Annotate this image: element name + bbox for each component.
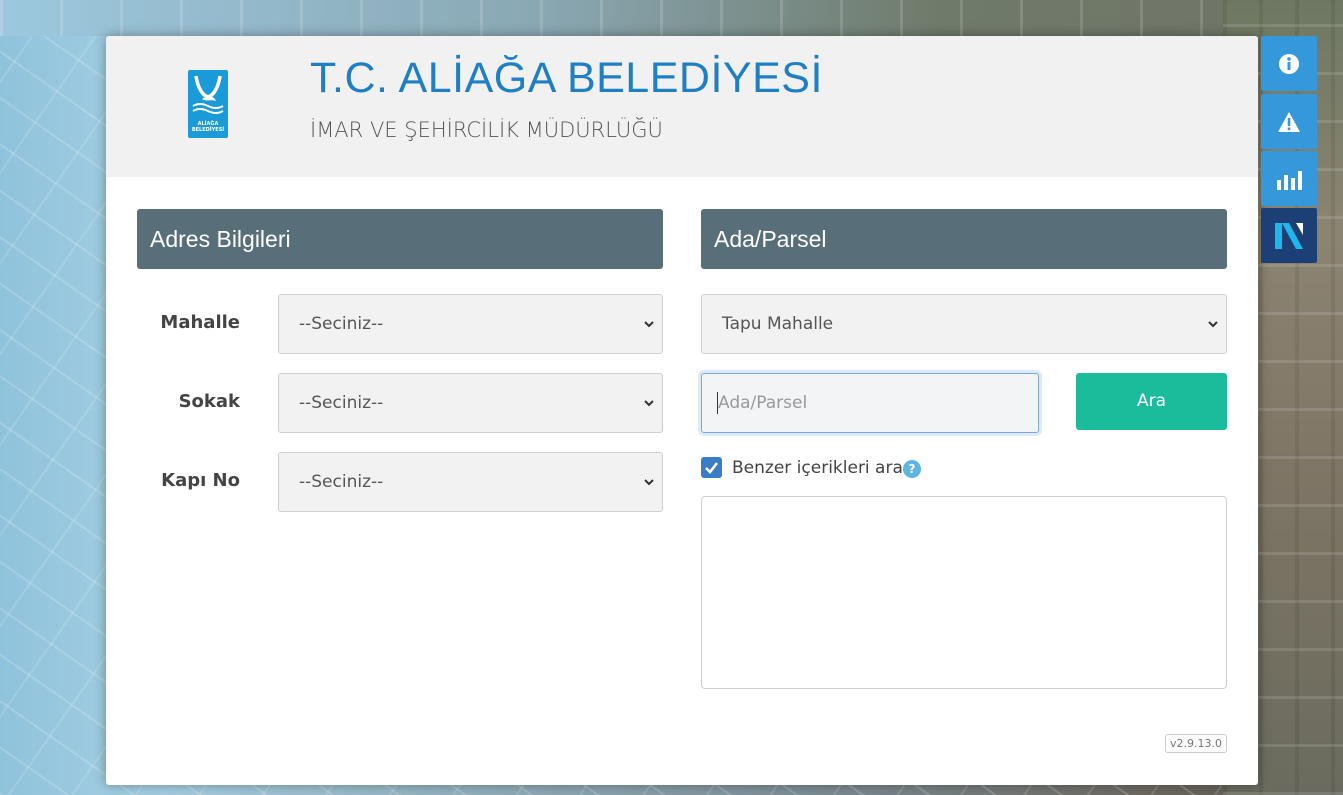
chevron-down-icon — [644, 321, 654, 328]
text-caret — [717, 392, 718, 414]
tapu-mahalle-select-value: Tapu Mahalle — [722, 314, 834, 334]
netcad-logo-icon — [1275, 222, 1303, 249]
logo-text: ALİAĞA BELEDİYESİ — [188, 121, 228, 133]
logo-text-line2: BELEDİYESİ — [191, 127, 225, 133]
search-button[interactable]: Ara — [1076, 373, 1227, 430]
mahalle-select[interactable]: --Seciniz-- — [278, 294, 663, 354]
chevron-down-icon — [644, 479, 654, 486]
mahalle-label: Mahalle — [160, 312, 240, 333]
similar-search-label[interactable]: Benzer içerikleri ara — [732, 458, 903, 478]
version-badge: v2.9.13.0 — [1165, 734, 1227, 753]
seagull-logo-icon — [192, 75, 224, 114]
parcel-panel-heading: Ada/Parsel — [701, 209, 1227, 269]
tapu-mahalle-select[interactable]: Tapu Mahalle — [701, 294, 1227, 354]
info-button[interactable] — [1261, 36, 1317, 91]
page-subtitle: İMAR VE ŞEHİRCİLİK MÜDÜRLÜĞÜ — [310, 118, 663, 142]
similar-search-checkbox[interactable] — [701, 457, 722, 478]
warning-icon — [1278, 111, 1300, 132]
results-box[interactable] — [701, 496, 1227, 689]
netcad-button[interactable] — [1261, 208, 1317, 263]
background-top — [0, 0, 1343, 36]
info-icon — [1279, 53, 1299, 74]
main-card: ALİAĞA BELEDİYESİ T.C. ALİAĞA BELEDİYESİ… — [106, 36, 1258, 785]
page-title: T.C. ALİAĞA BELEDİYESİ — [310, 54, 823, 102]
warning-button[interactable] — [1261, 94, 1317, 149]
sokak-select-value: --Seciniz-- — [299, 393, 384, 413]
bar-chart-icon — [1277, 170, 1302, 190]
mahalle-select-value: --Seciniz-- — [299, 314, 384, 334]
sokak-label: Sokak — [178, 391, 240, 412]
kapi-no-label: Kapı No — [161, 470, 240, 491]
ada-parsel-input[interactable]: Ada/Parsel — [701, 373, 1039, 433]
ada-parsel-placeholder: Ada/Parsel — [718, 393, 808, 413]
kapi-no-select[interactable]: --Seciniz-- — [278, 452, 663, 512]
municipality-logo: ALİAĞA BELEDİYESİ — [188, 70, 228, 138]
statistics-button[interactable] — [1261, 151, 1317, 206]
chevron-down-icon — [1208, 321, 1218, 328]
page-header: ALİAĞA BELEDİYESİ T.C. ALİAĞA BELEDİYESİ… — [106, 36, 1258, 177]
chevron-down-icon — [644, 400, 654, 407]
kapi-no-select-value: --Seciniz-- — [299, 472, 384, 492]
checkmark-icon — [705, 462, 719, 474]
sokak-select[interactable]: --Seciniz-- — [278, 373, 663, 433]
help-icon[interactable]: ? — [903, 460, 921, 478]
address-panel-heading: Adres Bilgileri — [137, 209, 663, 269]
